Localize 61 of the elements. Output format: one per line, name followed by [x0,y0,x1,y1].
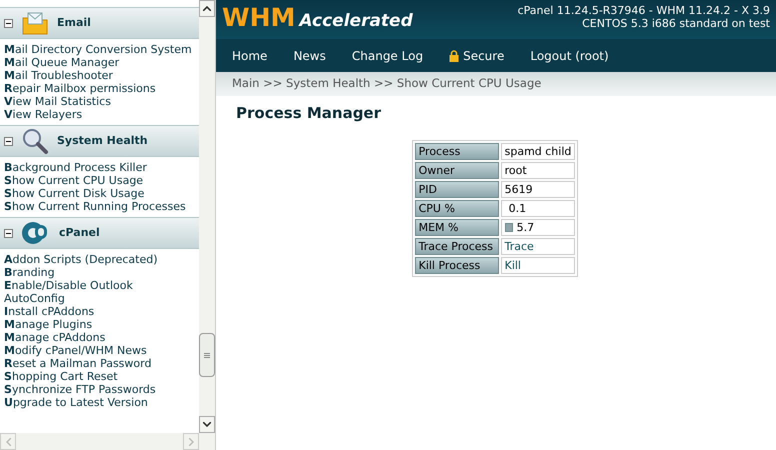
sidebar-link[interactable]: Reset a Mailman Password [4,357,198,370]
field-value: 0.1 [500,200,576,216]
version-text: CENTOS 5.3 i686 standard on test [582,17,770,30]
sidebar-link[interactable]: Show Current Running Processes [4,200,198,213]
field-value[interactable]: Kill [500,256,576,274]
sidebar-link[interactable]: Manage cPAddons [4,331,198,344]
sidebar-link[interactable]: Show Current Disk Usage [4,187,198,200]
sidebar-link[interactable]: Mail Troubleshooter [4,69,198,82]
breadcrumb: Main >> System Health >> Show Current CPU Usage [232,75,542,92]
sidebar-link[interactable]: Branding [4,266,198,279]
nav-link[interactable]: Logout (root) [530,46,609,64]
sidebar-link[interactable]: View Relayers [4,108,198,121]
sidebar-link[interactable]: Manage Plugins [4,318,198,331]
sidebar-link[interactable]: Mail Directory Conversion System [4,43,198,56]
section-header[interactable]: cPanel [0,217,200,249]
nav-link[interactable]: Home [232,46,268,64]
sidebar-link[interactable]: Mail Queue Manager [4,56,198,69]
section-title: Email [57,14,91,31]
sidebar-link[interactable]: Show Current CPU Usage [4,174,198,187]
section-title: System Health [57,132,148,149]
nav-link[interactable]: News [293,46,326,64]
collapse-icon[interactable] [4,228,13,238]
field-value: root [500,162,576,178]
scroll-thumb[interactable] [199,333,215,377]
sidebar-link[interactable]: Synchronize FTP Passwords [4,383,198,396]
sidebar-link[interactable]: Repair Mailbox permissions [4,82,198,95]
logo-text: WHM [222,4,296,32]
field-value[interactable]: Trace [500,238,576,254]
sidebar-link[interactable]: Shopping Cart Reset [4,370,198,383]
sidebar-link[interactable]: Addon Scripts (Deprecated) [4,253,198,266]
field-value: spamd child [500,142,576,160]
field-value: 5619 [500,180,576,198]
field-label: Process [414,142,499,160]
sidebar-link[interactable]: View Mail Statistics [4,95,198,108]
field-label: PID [414,180,499,198]
logo-subtitle: Accelerated [299,10,413,32]
field-label: Trace Process [414,238,499,254]
sidebar-link[interactable]: Upgrade to Latest Version [4,396,198,409]
section-header[interactable]: Email [0,7,200,39]
section-header[interactable]: System Health [0,125,200,157]
sidebar-link[interactable]: Background Process Killer [4,161,198,174]
magnifier-icon [21,127,49,155]
scroll-up-button[interactable] [199,0,215,17]
envelope-folder-icon [21,10,49,36]
vertical-scrollbar[interactable] [199,0,215,433]
page-title: Process Manager [236,103,382,124]
collapse-icon[interactable] [4,18,13,28]
sidebar-link[interactable]: Modify cPanel/WHM News [4,344,198,357]
collapse-icon[interactable] [4,136,13,146]
nav-link[interactable]: Change Log [352,46,424,64]
lock-icon [449,50,460,62]
sidebar-link[interactable]: Install cPAddons [4,305,198,318]
nav-link[interactable]: Secure [449,46,504,64]
memory-value: 5.7 [516,220,534,234]
field-label: Kill Process [414,256,499,274]
version-text: cPanel 11.24.5-R37946 - WHM 11.24.2 - X 3.9 [518,4,770,17]
field-label: Owner [414,162,499,178]
scroll-down-button[interactable] [199,416,215,433]
section-title: cPanel [59,224,100,241]
field-label: CPU % [414,200,499,216]
field-label: MEM % [414,218,499,236]
